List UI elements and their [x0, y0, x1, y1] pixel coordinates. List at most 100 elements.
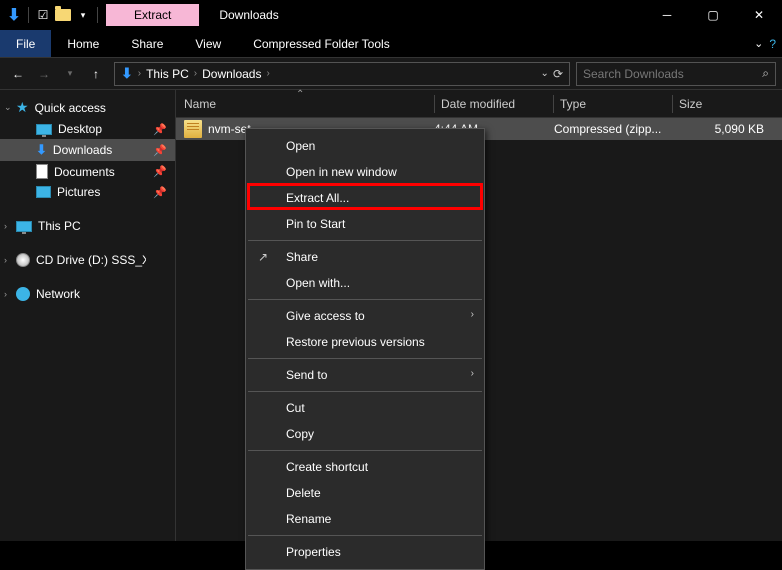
qat: ⬇ ☑ ▾ [0, 7, 106, 23]
ctx-open-new-window[interactable]: Open in new window [246, 159, 484, 185]
sidebar-item-label: Downloads [53, 143, 112, 157]
titlebar: ⬇ ☑ ▾ Extract Downloads ─ ▢ ✕ [0, 0, 782, 30]
disc-icon [16, 253, 30, 267]
sidebar-pictures[interactable]: Pictures 📌 [0, 182, 175, 202]
ctx-separator [248, 391, 482, 392]
maximize-button[interactable]: ▢ [690, 0, 736, 30]
ctx-separator [248, 535, 482, 536]
pictures-icon [36, 186, 51, 198]
sidebar-quick-access[interactable]: ⌄ ★ Quick access [0, 96, 175, 119]
ctx-give-access-to[interactable]: Give access to› [246, 303, 484, 329]
pin-icon: 📌 [153, 144, 167, 157]
sidebar-network[interactable]: › Network [0, 284, 175, 304]
ctx-separator [248, 450, 482, 451]
ctx-properties[interactable]: Properties [246, 539, 484, 565]
submenu-arrow-icon: › [471, 309, 474, 320]
search-placeholder: Search Downloads [583, 67, 762, 81]
sidebar-item-label: Documents [54, 165, 115, 179]
sidebar-item-label: Pictures [57, 185, 100, 199]
tab-home[interactable]: Home [51, 33, 115, 55]
sidebar-item-label: This PC [38, 219, 81, 233]
pin-icon: 📌 [153, 165, 167, 178]
ctx-rename[interactable]: Rename [246, 506, 484, 532]
sort-indicator-icon: ⌃ [296, 89, 304, 100]
ribbon: File Home Share View Compressed Folder T… [0, 30, 782, 58]
expand-icon[interactable]: ⌄ [4, 102, 12, 113]
documents-icon [36, 164, 48, 179]
qat-newfolder-icon[interactable] [55, 7, 71, 23]
ctx-open[interactable]: Open [246, 133, 484, 159]
window-controls: ─ ▢ ✕ [644, 0, 782, 30]
file-menu[interactable]: File [0, 30, 51, 57]
forward-button[interactable]: → [32, 62, 56, 86]
ctx-open-with[interactable]: Open with... [246, 270, 484, 296]
nav-bar: ← → ▾ ↑ ⬇ › This PC › Downloads › ⌄ ⟳ Se… [0, 58, 782, 90]
help-icon[interactable]: ? [769, 37, 776, 51]
context-menu: Open Open in new window Extract All... P… [245, 128, 485, 570]
tab-compressed-tools[interactable]: Compressed Folder Tools [237, 33, 406, 55]
file-type: Compressed (zipp... [554, 122, 674, 136]
refresh-button[interactable]: ⟳ [553, 67, 563, 81]
sidebar-item-label: Desktop [58, 122, 102, 136]
star-icon: ★ [16, 99, 29, 116]
contextual-tab-extract[interactable]: Extract [106, 4, 199, 26]
col-type[interactable]: Type [554, 97, 672, 111]
sidebar-item-label: Quick access [35, 101, 106, 115]
sidebar-thispc[interactable]: › This PC [0, 216, 175, 236]
ribbon-expand-icon[interactable]: ⌄ [754, 37, 763, 50]
tab-view[interactable]: View [179, 33, 237, 55]
tab-share[interactable]: Share [115, 33, 179, 55]
ctx-cut[interactable]: Cut [246, 395, 484, 421]
ctx-create-shortcut[interactable]: Create shortcut [246, 454, 484, 480]
zip-file-icon [184, 120, 202, 138]
share-icon: ↗ [258, 250, 268, 264]
search-box[interactable]: Search Downloads ⌕ [576, 62, 776, 86]
recent-dropdown-icon[interactable]: ▾ [58, 62, 82, 86]
sidebar-documents[interactable]: Documents 📌 [0, 161, 175, 182]
sidebar-item-label: Network [36, 287, 80, 301]
column-headers: ⌃ Name Date modified Type Size [176, 90, 782, 118]
col-size[interactable]: Size [673, 97, 782, 111]
downloads-icon: ⬇ [36, 142, 47, 158]
address-bar[interactable]: ⬇ › This PC › Downloads › ⌄ ⟳ [114, 62, 570, 86]
ctx-extract-all[interactable]: Extract All... [246, 185, 484, 211]
col-date[interactable]: Date modified [435, 97, 553, 111]
crumb-thispc[interactable]: This PC [142, 67, 193, 81]
ctx-copy[interactable]: Copy [246, 421, 484, 447]
pin-icon: 📌 [153, 186, 167, 199]
expand-icon[interactable]: › [4, 221, 7, 231]
sidebar-downloads[interactable]: ⬇ Downloads 📌 [0, 139, 175, 161]
qat-separator [97, 7, 98, 23]
expand-icon[interactable]: › [4, 289, 7, 299]
network-icon [16, 287, 30, 301]
col-name[interactable]: Name [184, 97, 434, 111]
window-title: Downloads [199, 8, 298, 22]
sidebar-cddrive[interactable]: › CD Drive (D:) SSS_X64 [0, 250, 175, 270]
back-button[interactable]: ← [6, 62, 30, 86]
up-button[interactable]: ↑ [84, 62, 108, 86]
address-icon: ⬇ [117, 65, 137, 82]
file-size: 5,090 KB [674, 122, 782, 136]
ctx-separator [248, 299, 482, 300]
ctx-send-to[interactable]: Send to› [246, 362, 484, 388]
sidebar-desktop[interactable]: Desktop 📌 [0, 119, 175, 139]
ctx-delete[interactable]: Delete [246, 480, 484, 506]
qat-properties-icon[interactable]: ☑ [35, 7, 51, 23]
expand-icon[interactable]: › [4, 255, 7, 265]
qat-separator [28, 7, 29, 23]
pin-icon: 📌 [153, 123, 167, 136]
qat-dropdown-icon[interactable]: ▾ [75, 7, 91, 23]
minimize-button[interactable]: ─ [644, 0, 690, 30]
address-dropdown-icon[interactable]: ⌄ [541, 68, 549, 79]
ctx-separator [248, 358, 482, 359]
close-button[interactable]: ✕ [736, 0, 782, 30]
ctx-restore-versions[interactable]: Restore previous versions [246, 329, 484, 355]
crumb-downloads[interactable]: Downloads [198, 67, 265, 81]
search-icon[interactable]: ⌕ [762, 66, 769, 81]
nav-pane: ⌄ ★ Quick access Desktop 📌 ⬇ Downloads 📌… [0, 90, 175, 541]
submenu-arrow-icon: › [471, 368, 474, 379]
desktop-icon [36, 124, 52, 135]
ctx-share[interactable]: ↗Share [246, 244, 484, 270]
ctx-pin-to-start[interactable]: Pin to Start [246, 211, 484, 237]
crumb-separator-icon[interactable]: › [265, 68, 270, 79]
